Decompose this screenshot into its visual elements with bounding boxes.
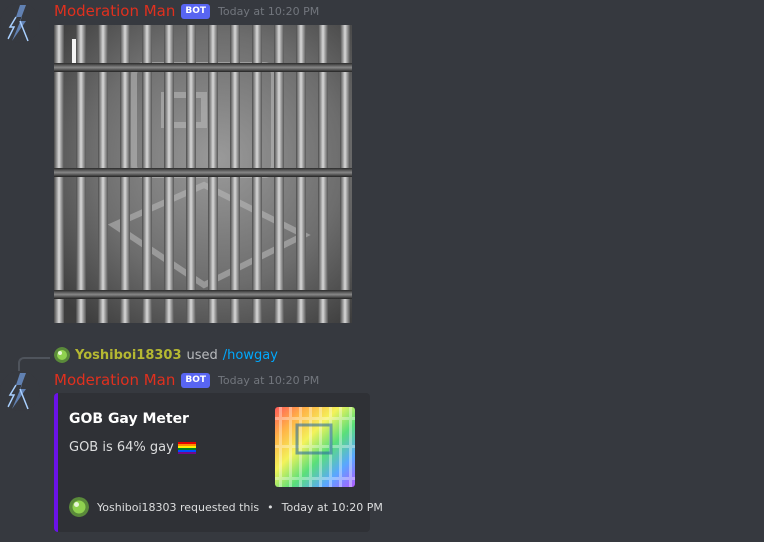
reply-connector <box>18 357 50 371</box>
bot-avatar[interactable] <box>0 371 40 411</box>
jail-bars-image[interactable] <box>54 25 352 323</box>
footer-separator: • <box>267 500 274 514</box>
interaction-reply: Yoshiboi18303 used /howgay <box>54 347 278 363</box>
reply-user-avatar[interactable] <box>54 347 70 363</box>
bot-badge: BOT <box>181 3 211 19</box>
username[interactable]: Moderation Man <box>54 371 175 389</box>
footer-user-avatar <box>69 497 89 517</box>
bot-avatar[interactable] <box>0 3 40 43</box>
footer-text: Yoshiboi18303 requested this <box>97 500 260 514</box>
bot-badge: BOT <box>181 372 211 388</box>
embed-description: GOB is 64% gay <box>69 440 196 455</box>
username[interactable]: Moderation Man <box>54 2 175 20</box>
rainbow-flag-icon <box>177 441 196 454</box>
message-header: Moderation Man BOT Today at 10:20 PM <box>54 2 319 20</box>
footer-timestamp: Today at 10:20 PM <box>281 500 383 514</box>
message-header: Moderation Man BOT Today at 10:20 PM <box>54 371 319 389</box>
message-timestamp[interactable]: Today at 10:20 PM <box>218 374 319 387</box>
embed-thumbnail[interactable] <box>275 407 355 487</box>
embed-footer: Yoshiboi18303 requested this • Today at … <box>69 497 383 517</box>
slash-command-link[interactable]: /howgay <box>223 348 278 363</box>
embed-title: GOB Gay Meter <box>69 411 189 427</box>
embed-description-text: GOB is 64% gay <box>69 440 174 455</box>
message-timestamp[interactable]: Today at 10:20 PM <box>218 5 319 18</box>
reply-used-text: used <box>186 347 218 363</box>
reply-username[interactable]: Yoshiboi18303 <box>75 348 182 363</box>
gay-meter-embed: GOB Gay Meter GOB is 64% gay Yoshiboi183… <box>54 393 383 532</box>
